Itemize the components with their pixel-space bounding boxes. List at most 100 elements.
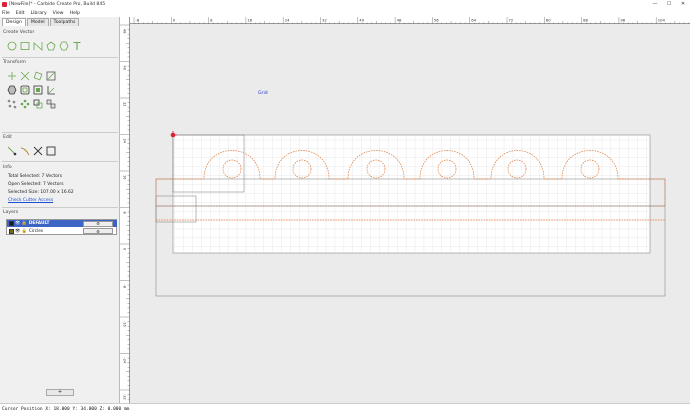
mirror-icon[interactable] <box>46 71 56 81</box>
menu-help[interactable]: Help <box>70 11 80 16</box>
circular-array-icon[interactable] <box>7 99 17 109</box>
smooth-icon[interactable] <box>20 146 30 156</box>
layer-color-swatch[interactable] <box>9 228 14 234</box>
menu-view[interactable]: View <box>53 11 64 16</box>
total-selected-text: Total Selected: 7 Vectors <box>8 174 63 179</box>
ruler-label: 16 <box>247 18 252 23</box>
polygon-icon[interactable] <box>46 41 56 51</box>
status-bar: Cursor Position X: 18.000 Y: 34.000 Z: 0… <box>0 403 690 414</box>
grid-label[interactable]: Grid <box>258 90 268 96</box>
scale-icon[interactable] <box>20 71 30 81</box>
create-vector-tools <box>7 41 82 51</box>
menu-file[interactable]: File <box>2 11 10 16</box>
layer-settings-button[interactable]: ⚙ <box>83 220 113 227</box>
array-icon[interactable] <box>20 99 30 109</box>
rectangle-icon[interactable] <box>20 41 30 51</box>
section-edit: Edit <box>3 135 12 140</box>
check-cutter-access-link[interactable]: Check Cutter Access <box>8 198 53 203</box>
panel-tabs: Design Model Toolpaths <box>2 18 80 26</box>
horizontal-ruler: -8 0 8 16 24 32 40 48 56 64 72 80 88 96 104 <box>130 17 690 24</box>
layer-name: DEFAULT <box>28 221 50 226</box>
close-button[interactable]: ✕ <box>676 0 690 9</box>
ruler-label: 96 <box>620 18 625 23</box>
tab-toolpaths[interactable]: Toolpaths <box>49 18 80 26</box>
trim-icon[interactable] <box>33 146 43 156</box>
vertical-ruler: 48 40 32 24 16 8 0 -8 -16 -24 -32 <box>120 17 130 414</box>
layer-row-default[interactable]: 👁 🔒 DEFAULT ⚙ <box>7 220 117 227</box>
ruler-label: -16 <box>123 321 127 327</box>
circle-icon[interactable] <box>7 41 17 51</box>
transform-tools-row3 <box>7 99 56 109</box>
node-edit-icon[interactable] <box>7 146 17 156</box>
join-icon[interactable] <box>7 85 17 95</box>
transform-tools-row1 <box>7 71 56 81</box>
menu-edit[interactable]: Edit <box>16 11 25 16</box>
ruler-label: 104 <box>658 18 666 23</box>
add-layer-button[interactable]: + <box>46 389 74 396</box>
horizontal-ruler-ticks: -8 0 8 16 24 32 40 48 56 64 72 80 88 96 104 <box>133 17 690 24</box>
grid <box>173 135 650 253</box>
ruler-label: 72 <box>509 18 514 23</box>
section-transform: Transform <box>3 60 26 65</box>
ruler-label: 48 <box>397 18 402 23</box>
divider <box>2 57 118 58</box>
divider <box>2 207 118 208</box>
ruler-label: 32 <box>322 18 327 23</box>
window-controls: — ☐ ✕ <box>648 0 690 9</box>
star-icon[interactable] <box>59 41 69 51</box>
ruler-label: 8 <box>210 18 213 23</box>
tab-model[interactable]: Model <box>26 18 49 26</box>
ruler-label: 0 <box>173 18 176 23</box>
rotate-icon[interactable] <box>33 71 43 81</box>
layer-row-circles[interactable]: 👁 🔒 Circles ⚙ <box>7 228 117 235</box>
ruler-label: -8 <box>123 285 127 289</box>
ruler-label: 64 <box>471 18 476 23</box>
offset-icon[interactable] <box>20 85 30 95</box>
ruler-label: 80 <box>546 18 551 23</box>
ruler-label: 88 <box>583 18 588 23</box>
canvas-drawing[interactable]: Grid <box>130 24 690 403</box>
design-canvas[interactable]: Grid <box>130 24 690 403</box>
group-icon[interactable] <box>33 99 43 109</box>
app-icon <box>2 2 7 7</box>
ruler-label: 24 <box>285 18 290 23</box>
ruler-label: -32 <box>123 394 127 400</box>
layers-list: 👁 🔒 DEFAULT ⚙ 👁 🔒 Circles ⚙ <box>6 219 117 235</box>
design-panel: Design Model Toolpaths Create Vector Tra… <box>0 17 120 403</box>
selected-size-text: Selected Size: 107.00 x 16.62 <box>8 190 74 195</box>
ruler-label: 40 <box>359 18 364 23</box>
ruler-label: 24 <box>123 139 127 144</box>
layer-color-swatch[interactable] <box>9 221 14 226</box>
minimize-button[interactable]: — <box>648 0 662 9</box>
ruler-label: -24 <box>123 358 127 364</box>
menu-bar: File Edit Library View Help <box>0 9 130 17</box>
ruler-label: 32 <box>123 102 127 106</box>
title-bar: [NewFile]* - Carbide Create Pro, Build 8… <box>0 0 690 9</box>
curve-icon[interactable] <box>33 41 43 51</box>
layer-settings-button[interactable]: ⚙ <box>83 228 113 234</box>
menu-library[interactable]: Library <box>31 11 47 16</box>
section-layers: Layers <box>3 210 19 215</box>
text-icon[interactable] <box>72 41 82 51</box>
ruler-label: 0 <box>123 248 127 250</box>
move-icon[interactable] <box>7 71 17 81</box>
window-title: [NewFile]* - Carbide Create Pro, Build 8… <box>9 2 106 7</box>
boolean-icon[interactable] <box>46 146 56 156</box>
eye-icon[interactable]: 👁 <box>15 229 20 234</box>
maximize-button[interactable]: ☐ <box>662 0 676 9</box>
transform-tools-row2 <box>7 85 56 95</box>
lock-icon[interactable]: 🔒 <box>21 221 26 226</box>
fillet-icon[interactable] <box>33 85 43 95</box>
ungroup-icon[interactable] <box>46 99 56 109</box>
section-create-vector: Create Vector <box>3 30 35 35</box>
ruler-label: 16 <box>123 175 127 179</box>
tab-design[interactable]: Design <box>2 18 26 26</box>
section-info: Info <box>3 165 12 170</box>
ruler-label: 8 <box>123 212 127 214</box>
vertical-ruler-ticks: 48 40 32 24 16 8 0 -8 -16 -24 -32 <box>120 24 130 414</box>
eye-icon[interactable]: 👁 <box>15 221 20 226</box>
lock-icon[interactable]: 🔒 <box>21 229 26 234</box>
ruler-label: 48 <box>123 29 127 33</box>
align-icon[interactable] <box>46 85 56 95</box>
divider <box>2 132 118 133</box>
